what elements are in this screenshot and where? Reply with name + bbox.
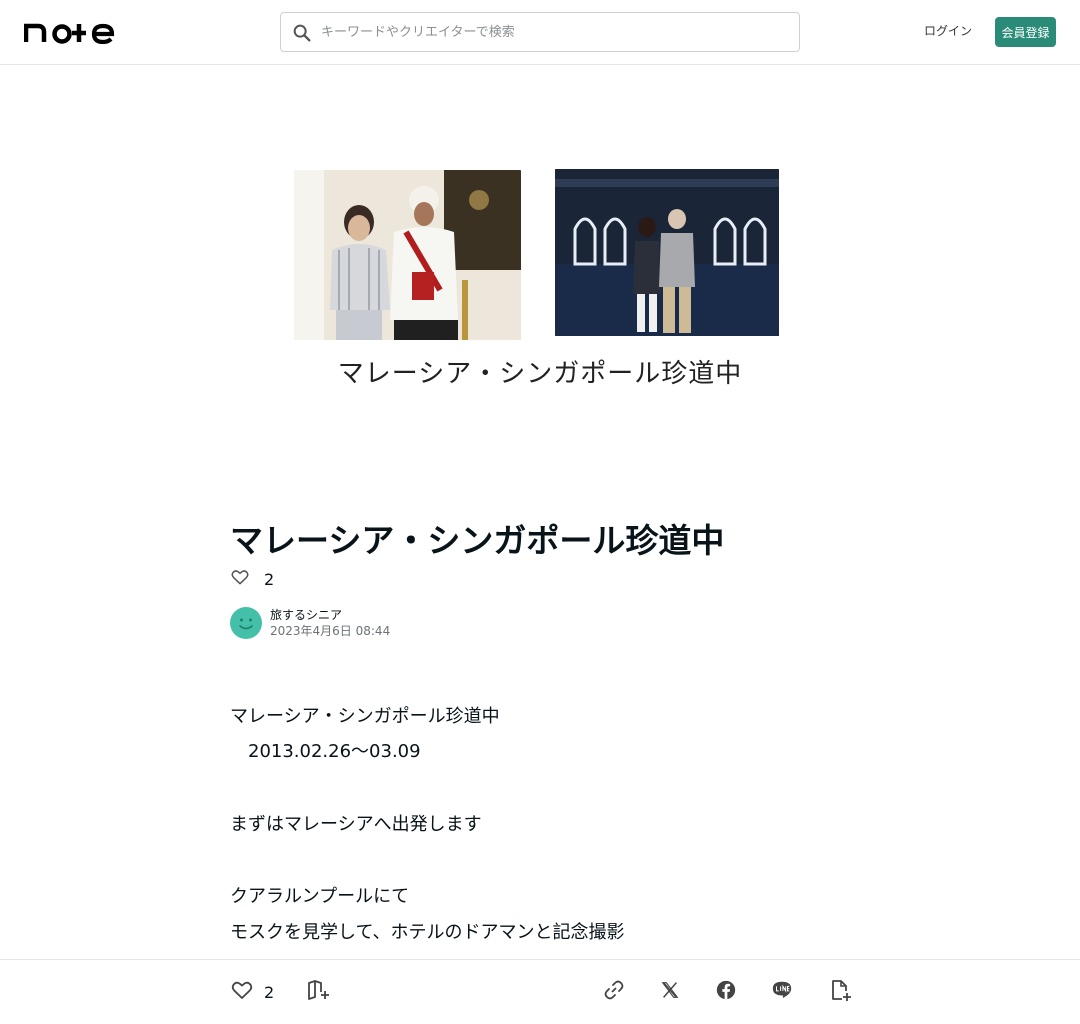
line-icon: [771, 979, 793, 1005]
author-name[interactable]: 旅するシニア: [270, 607, 390, 623]
search-input[interactable]: [321, 13, 791, 51]
link-icon: [602, 978, 626, 1006]
body-line: モスクを見学して、ホテルのドアマンと記念撮影: [230, 922, 625, 943]
embed-icon: [828, 978, 852, 1006]
avatar-icon[interactable]: [230, 607, 262, 640]
share-line-button[interactable]: [771, 980, 793, 1004]
site-header: ログイン 会員登録: [0, 0, 1080, 65]
add-to-magazine-button[interactable]: [306, 980, 330, 1004]
search-icon: [291, 22, 313, 44]
hero-caption: マレーシア・シンガポール珍道中: [337, 359, 743, 389]
body-line: 2013.02.26～03.09: [230, 741, 421, 762]
article-title: マレーシア・シンガポール珍道中: [230, 521, 725, 560]
action-bar: 2: [0, 959, 1080, 1024]
body-line: まずはマレーシアへ出発します: [230, 814, 482, 835]
author-info[interactable]: 旅するシニア 2023年4月6日 08:44: [230, 607, 391, 640]
hero-photo-right: [555, 169, 779, 336]
like-count-top: 2: [264, 569, 275, 589]
note-logo-mark: [24, 23, 115, 44]
heart-icon: [230, 978, 254, 1006]
body-line: マレーシア・シンガポール珍道中: [230, 706, 500, 727]
share-facebook-button[interactable]: [715, 980, 737, 1004]
embed-button[interactable]: [828, 980, 852, 1004]
hero-photo-left: [294, 170, 521, 340]
facebook-icon: [715, 979, 737, 1005]
like-button[interactable]: 2: [230, 980, 274, 1004]
share-x-button[interactable]: [659, 980, 681, 1004]
like-button-top[interactable]: 2: [230, 567, 274, 591]
like-count: 2: [264, 982, 275, 1002]
body-line: クアラルンプールにて: [230, 886, 410, 907]
magazine-add-icon: [306, 978, 330, 1006]
heart-icon: [230, 567, 250, 591]
publish-date: 2023年4月6日 08:44: [270, 624, 391, 639]
x-icon: [659, 979, 681, 1005]
search-box[interactable]: [280, 12, 800, 52]
signup-button[interactable]: 会員登録: [995, 17, 1056, 47]
login-link[interactable]: ログイン: [924, 22, 972, 39]
copy-link-button[interactable]: [602, 980, 626, 1004]
hero-image: マレーシア・シンガポール珍道中: [290, 165, 790, 405]
note-logo[interactable]: [24, 20, 122, 44]
